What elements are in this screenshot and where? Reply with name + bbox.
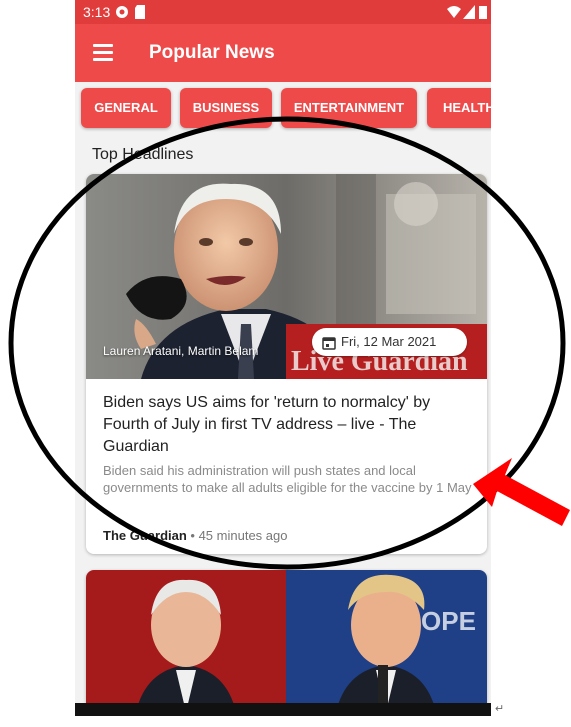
calendar-icon xyxy=(322,336,336,350)
tab-business[interactable]: BUSINESS xyxy=(180,88,272,128)
tab-health[interactable]: HEALTH xyxy=(427,88,491,128)
article-card-2[interactable]: OPE xyxy=(86,570,487,712)
article-card[interactable]: Live Guardian Lauren Aratani, Martin Bel… xyxy=(86,174,487,554)
tab-entertainment[interactable]: ENTERTAINMENT xyxy=(281,88,417,128)
article-headline[interactable]: Biden says US aims for 'return to normal… xyxy=(103,392,473,458)
wifi-icon xyxy=(447,6,461,18)
hamburger-menu-icon[interactable] xyxy=(93,44,115,62)
return-mark: ↵ xyxy=(495,703,505,715)
signal-icon xyxy=(463,5,475,19)
date-badge: Fri, 12 Mar 2021 xyxy=(312,328,467,356)
app-title: Popular News xyxy=(149,42,275,63)
article-source: The Guardian xyxy=(103,528,187,543)
sd-card-icon xyxy=(135,5,145,19)
article-time: 45 minutes ago xyxy=(198,528,288,543)
status-bar: 3:13 xyxy=(75,0,491,24)
article-date: Fri, 12 Mar 2021 xyxy=(341,334,437,349)
screenshot-stage: 3:13 Popular News GENERAL BUSINESS ENTER… xyxy=(0,0,571,727)
article-author: Lauren Aratani, Martin Belam xyxy=(103,344,259,358)
section-title: Top Headlines xyxy=(92,146,194,163)
svg-text:OPE: OPE xyxy=(421,606,476,636)
notification-icon xyxy=(116,6,128,18)
meta-separator: • xyxy=(186,528,199,543)
tab-general[interactable]: GENERAL xyxy=(81,88,171,128)
article-image-2: OPE xyxy=(86,570,487,712)
phone-screen: 3:13 Popular News GENERAL BUSINESS ENTER… xyxy=(75,0,491,712)
category-tabs: GENERAL BUSINESS ENTERTAINMENT HEALTH xyxy=(75,82,491,134)
article-description: Biden said his administration will push … xyxy=(103,463,472,495)
app-bar: Popular News xyxy=(75,24,491,82)
battery-icon xyxy=(479,6,487,19)
bottom-bar xyxy=(75,703,491,716)
article-meta: The Guardian • 45 minutes ago xyxy=(103,528,287,543)
status-time: 3:13 xyxy=(83,4,111,20)
